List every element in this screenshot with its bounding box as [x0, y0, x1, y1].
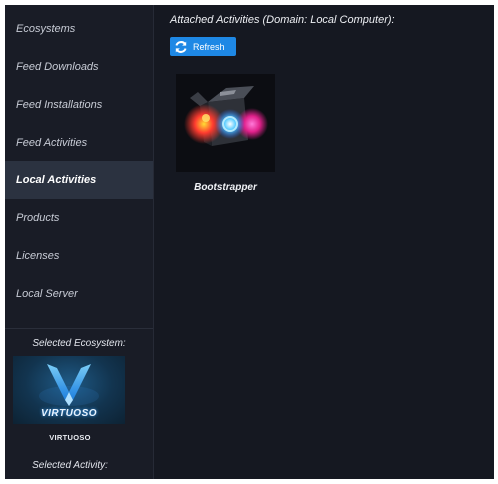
refresh-label: Refresh [193, 41, 225, 52]
sidebar-item-feed-activities[interactable]: Feed Activities [5, 124, 153, 162]
sidebar-item-local-server[interactable]: Local Server [5, 275, 153, 313]
page-title: Attached Activities (Domain: Local Compu… [170, 14, 395, 26]
app-window: Ecosystems Feed Downloads Feed Installat… [5, 5, 494, 479]
bootstrapper-box-icon [184, 86, 268, 146]
ecosystem-name: VIRTUOSO [49, 433, 91, 442]
sidebar-item-feed-downloads[interactable]: Feed Downloads [5, 48, 153, 86]
sidebar-item-licenses[interactable]: Licenses [5, 237, 153, 275]
sidebar-item-feed-installations[interactable]: Feed Installations [5, 86, 153, 124]
sidebar-item-local-activities[interactable]: Local Activities [5, 161, 153, 199]
activity-label: Bootstrapper [194, 182, 257, 193]
activity-tile-bootstrapper[interactable]: Bootstrapper [176, 74, 278, 200]
bootstrapper-thumbnail [176, 74, 275, 172]
ecosystem-logo-text: VIRTUOSO [40, 408, 98, 419]
selected-activity-label: Selected Activity: [32, 460, 108, 471]
sidebar-divider [5, 328, 153, 329]
refresh-button[interactable]: Refresh [170, 37, 236, 56]
ecosystem-logo: VIRTUOSO [13, 356, 125, 424]
sidebar: Ecosystems Feed Downloads Feed Installat… [5, 5, 154, 479]
sidebar-item-products[interactable]: Products [5, 199, 153, 237]
refresh-icon [174, 40, 188, 54]
selected-ecosystem-label: Selected Ecosystem: [32, 338, 126, 349]
sidebar-item-ecosystems[interactable]: Ecosystems [5, 10, 153, 48]
